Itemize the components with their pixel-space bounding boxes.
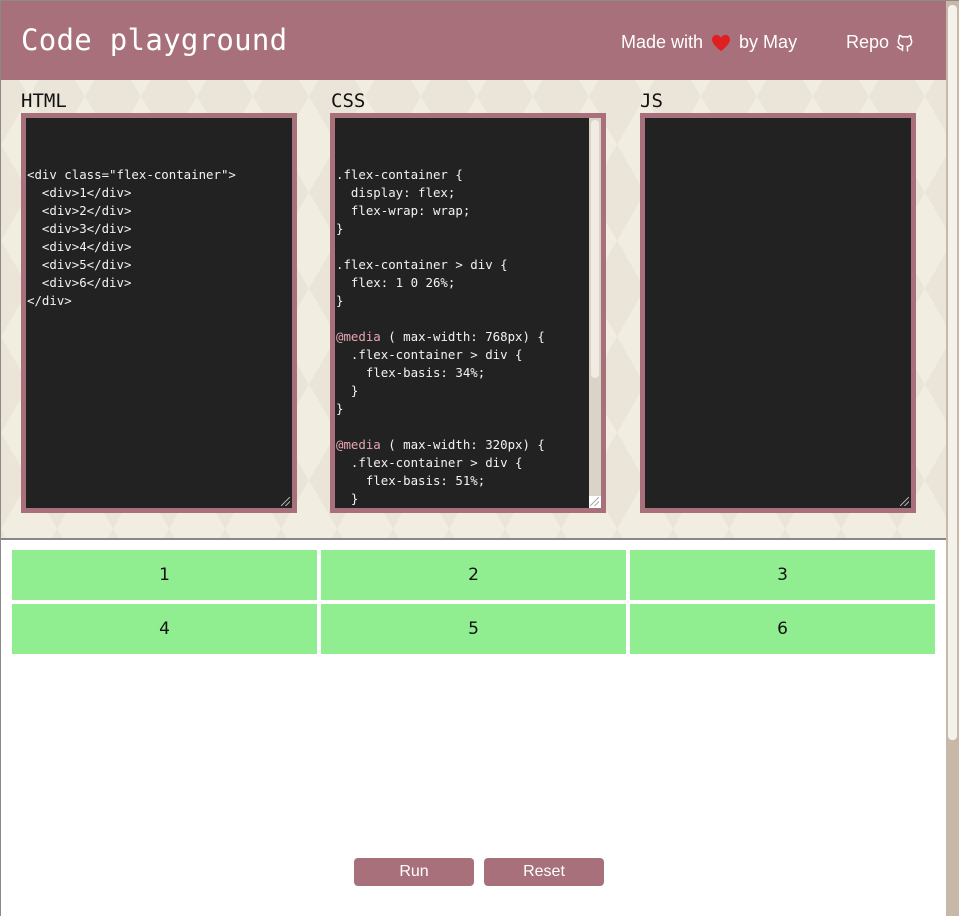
repo-label: Repo <box>846 32 890 52</box>
flex-item: 1 <box>12 550 317 600</box>
flex-item: 6 <box>630 604 935 654</box>
css-editor[interactable]: .flex-container { display: flex; flex-wr… <box>330 113 606 513</box>
flex-item: 5 <box>321 604 626 654</box>
js-editor[interactable] <box>640 113 916 513</box>
resize-handle[interactable] <box>281 497 290 506</box>
run-button[interactable]: Run <box>354 858 474 886</box>
author-label: by May <box>739 32 798 52</box>
flex-container: 1 2 3 4 5 6 <box>12 550 936 654</box>
github-icon <box>896 34 913 52</box>
css-at-rule: @media <box>336 437 381 452</box>
page-scrollbar[interactable] <box>946 1 959 916</box>
made-with-label: Made with <box>621 32 704 52</box>
css-scrollbar[interactable] <box>589 118 601 508</box>
css-scrollbar-thumb[interactable] <box>591 120 599 378</box>
css-code: .flex-container { display: flex; flex-wr… <box>336 167 545 506</box>
resize-handle[interactable] <box>900 497 909 506</box>
resize-handle[interactable] <box>590 497 599 506</box>
preview-pane: 1 2 3 4 5 6 Run Reset <box>1 538 946 916</box>
app-header: Code playground Made with by May Repo <box>1 1 946 80</box>
flex-item: 3 <box>630 550 935 600</box>
made-with-credit: Made with by May <box>621 32 797 53</box>
page-scrollbar-thumb[interactable] <box>948 5 957 740</box>
heart-icon <box>712 34 731 51</box>
flex-item: 2 <box>321 550 626 600</box>
js-panel-label: JS <box>640 90 663 112</box>
html-editor[interactable]: <div class="flex-container"> <div>1</div… <box>21 113 297 513</box>
css-panel-label: CSS <box>331 90 366 112</box>
html-panel-label: HTML <box>21 90 67 112</box>
page-title: Code playground <box>21 23 288 57</box>
repo-link[interactable]: Repo <box>846 32 915 53</box>
html-code: <div class="flex-container"> <div>1</div… <box>27 167 236 308</box>
flex-item: 4 <box>12 604 317 654</box>
css-at-rule: @media <box>336 329 381 344</box>
reset-button[interactable]: Reset <box>484 858 604 886</box>
